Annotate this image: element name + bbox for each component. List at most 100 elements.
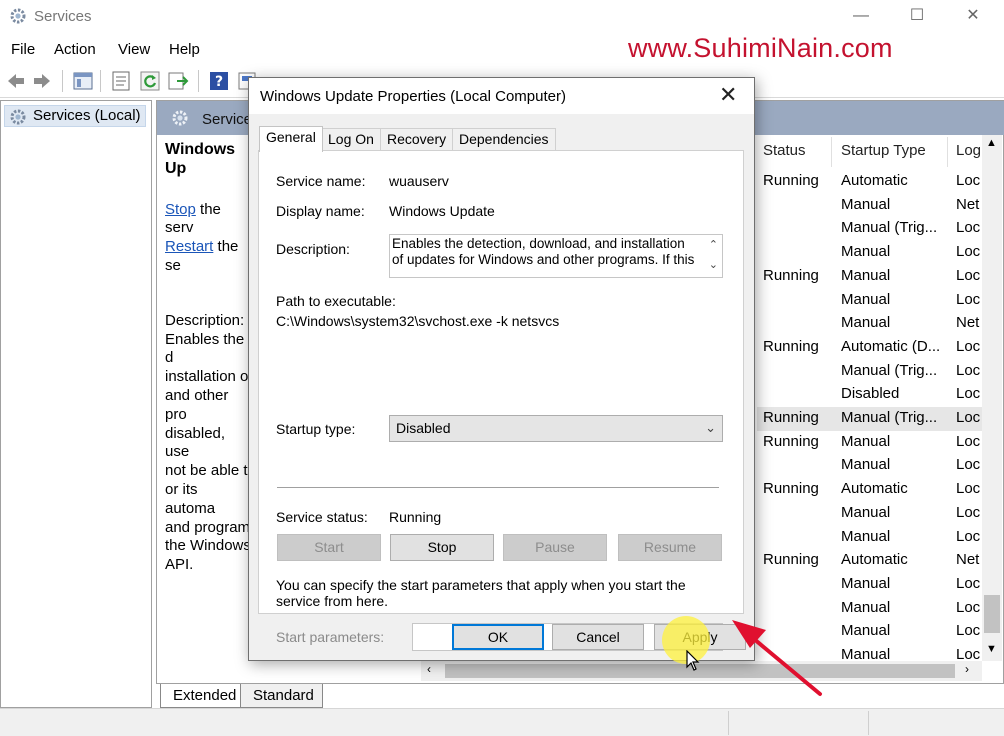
annotation-arrow-icon: [732, 620, 822, 696]
cell-status: Running: [763, 337, 819, 355]
stop-button[interactable]: Stop: [390, 534, 494, 561]
cell-log-on-as: Loc: [956, 527, 981, 545]
cell-status: Running: [763, 266, 819, 284]
cell-startup-type: Manual: [841, 574, 891, 592]
horizontal-scrollbar[interactable]: ‹ ›: [421, 661, 982, 681]
vertical-scrollbar[interactable]: ▲ ▼: [982, 135, 1002, 661]
table-row[interactable]: Running Manual (Trig... Loc: [757, 407, 982, 431]
menu-action[interactable]: Action: [54, 41, 96, 58]
service-description-panel: Windows Up Stop the serv Restart the se …: [165, 141, 251, 574]
table-row[interactable]: Running Automatic (D... Loc: [757, 336, 982, 360]
service-status-label: Service status:: [276, 509, 368, 525]
stop-service-link[interactable]: Stop: [165, 201, 196, 218]
start-params-label: Start parameters:: [276, 629, 385, 645]
table-row[interactable]: Manual Loc: [757, 573, 982, 597]
table-row[interactable]: Manual Net: [757, 194, 982, 218]
tab-general[interactable]: General: [259, 126, 323, 152]
cell-startup-type: Automatic: [841, 551, 908, 569]
table-row[interactable]: Manual Loc: [757, 454, 982, 478]
cancel-button[interactable]: Cancel: [552, 624, 644, 650]
menu-view[interactable]: View: [118, 41, 150, 58]
cell-startup-type: Manual: [841, 290, 891, 308]
view-tabs: Extended Standard: [156, 684, 456, 708]
table-row[interactable]: Manual Loc: [757, 241, 982, 265]
ok-button[interactable]: OK: [452, 624, 544, 650]
back-icon[interactable]: [5, 70, 27, 92]
divider: [277, 487, 719, 488]
cell-status: Running: [763, 172, 819, 189]
chevron-up-icon[interactable]: ⌃: [709, 237, 718, 253]
status-bar: [0, 708, 1004, 736]
column-header-status[interactable]: Status: [763, 142, 806, 170]
selected-service-name: Windows Up: [165, 141, 236, 177]
minimize-button[interactable]: —: [838, 4, 884, 30]
start-button[interactable]: Start: [277, 534, 381, 561]
cell-startup-type: Manual (Trig...: [841, 409, 938, 426]
table-row[interactable]: Running Automatic Net: [757, 549, 982, 573]
pause-button[interactable]: Pause: [503, 534, 607, 561]
cell-log-on-as: Loc: [956, 409, 981, 426]
tab-standard[interactable]: Standard: [240, 684, 323, 708]
table-row[interactable]: Manual Loc: [757, 289, 982, 313]
export-list-icon[interactable]: [167, 70, 189, 92]
svg-text:?: ?: [215, 74, 223, 90]
table-row[interactable]: Manual Loc: [757, 526, 982, 550]
cell-startup-type: Manual: [841, 527, 891, 545]
properties-icon[interactable]: [110, 70, 132, 92]
console-tree-icon[interactable]: [72, 70, 94, 92]
scroll-left-icon[interactable]: ‹: [427, 662, 431, 676]
scroll-right-icon[interactable]: ›: [965, 662, 969, 676]
startup-type-label: Startup type:: [276, 421, 356, 437]
h-scroll-thumb[interactable]: [445, 664, 955, 678]
restart-service-link[interactable]: Restart: [165, 238, 213, 255]
dialog-close-button[interactable]: ✕: [719, 82, 737, 108]
table-row[interactable]: Running Automatic Loc: [757, 170, 982, 194]
cell-startup-type: Manual (Trig...: [841, 361, 938, 379]
tab-dependencies[interactable]: Dependencies: [452, 128, 556, 150]
table-row[interactable]: Manual (Trig... Loc: [757, 217, 982, 241]
cell-status: Running: [763, 432, 819, 450]
table-row[interactable]: Manual (Trig... Loc: [757, 360, 982, 384]
tree-node-services-local[interactable]: Services (Local): [4, 105, 146, 127]
description-textbox[interactable]: Enables the detection, download, and ins…: [389, 234, 723, 278]
help-icon[interactable]: ?: [208, 70, 230, 92]
column-header-startup-type[interactable]: Startup Type: [841, 142, 926, 170]
scroll-thumb[interactable]: [984, 595, 1000, 633]
table-row[interactable]: Running Manual Loc: [757, 265, 982, 289]
description-label: Description:: [276, 241, 350, 257]
path-label: Path to executable:: [276, 293, 396, 309]
watermark: www.SuhimiNain.com: [628, 33, 893, 63]
cell-log-on-as: Loc: [956, 361, 981, 379]
chevron-down-icon[interactable]: ⌄: [709, 257, 718, 273]
menu-file[interactable]: File: [11, 41, 35, 58]
tab-recovery[interactable]: Recovery: [380, 128, 454, 150]
menu-help[interactable]: Help: [169, 41, 200, 58]
column-header-log-on-as[interactable]: Log: [956, 142, 981, 170]
properties-dialog: Windows Update Properties (Local Compute…: [248, 77, 755, 661]
forward-icon[interactable]: [31, 70, 53, 92]
startup-type-value: Disabled: [396, 420, 451, 436]
table-row[interactable]: Running Manual Loc: [757, 431, 982, 455]
cell-log-on-as: Net: [956, 195, 980, 213]
startup-type-select[interactable]: Disabled ⌄: [389, 415, 723, 442]
start-params-hint: You can specify the start parameters tha…: [276, 577, 686, 609]
scroll-up-icon[interactable]: ▲: [986, 137, 997, 149]
maximize-button[interactable]: ☐: [894, 4, 940, 30]
resume-button[interactable]: Resume: [618, 534, 722, 561]
table-row[interactable]: Running Automatic Loc: [757, 478, 982, 502]
cell-log-on-as: Net: [956, 314, 980, 332]
close-window-button[interactable]: ✕: [950, 4, 996, 30]
cell-startup-type: Manual (Trig...: [841, 219, 938, 237]
tab-extended[interactable]: Extended: [160, 684, 246, 708]
cell-log-on-as: Loc: [956, 172, 981, 189]
table-row[interactable]: Disabled Loc: [757, 383, 982, 407]
scroll-down-icon[interactable]: ▼: [986, 643, 997, 655]
cell-startup-type: Manual: [841, 314, 891, 332]
table-row[interactable]: Manual Loc: [757, 502, 982, 526]
dialog-title: Windows Update Properties (Local Compute…: [260, 88, 566, 105]
dialog-title-bar: Windows Update Properties (Local Compute…: [249, 78, 754, 114]
tab-log-on[interactable]: Log On: [321, 128, 381, 150]
table-row[interactable]: Manual Net: [757, 312, 982, 336]
service-status-value: Running: [389, 509, 442, 525]
refresh-icon[interactable]: [139, 70, 161, 92]
